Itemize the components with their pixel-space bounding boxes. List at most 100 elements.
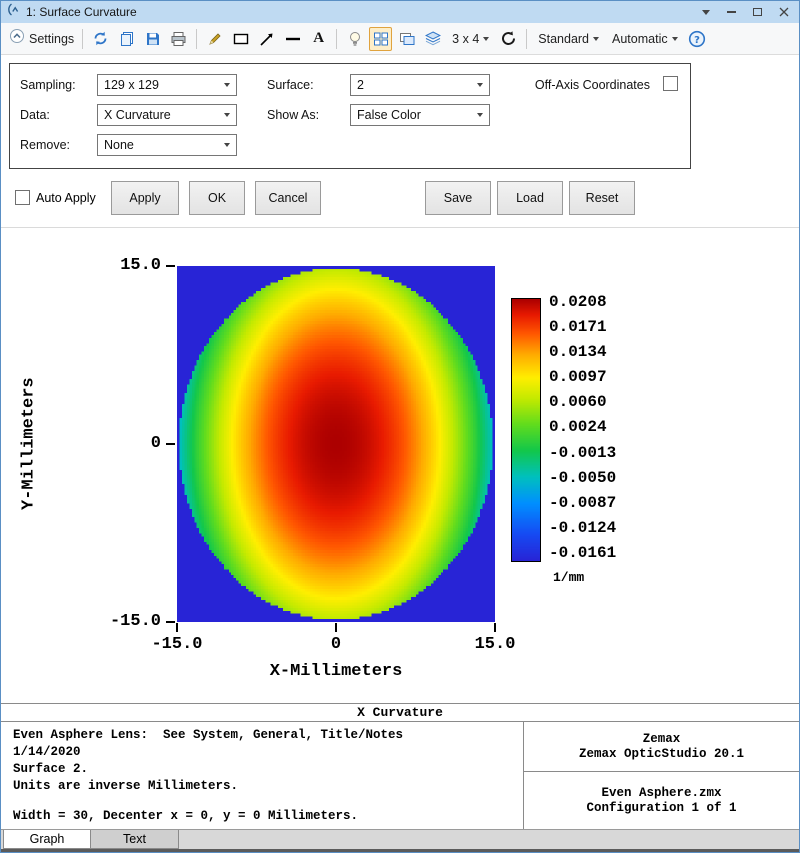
history-icon[interactable] xyxy=(497,27,520,51)
colorbar-tick: 0.0208 xyxy=(549,292,616,312)
reset-button[interactable]: Reset xyxy=(569,181,635,215)
footer-line-gap xyxy=(13,796,523,809)
sampling-dropdown[interactable]: 129 x 129 xyxy=(97,74,237,96)
layers-icon[interactable] xyxy=(421,27,444,51)
colorbar-tick: 0.0134 xyxy=(549,342,616,362)
footer: Even Asphere Lens: See System, General, … xyxy=(1,721,799,829)
y-tick-label: 15.0 xyxy=(97,256,161,276)
rectangle-tool-icon[interactable] xyxy=(229,27,252,51)
text-tool-icon[interactable]: A xyxy=(307,27,330,51)
footer-line: Even Asphere Lens: See System, General, … xyxy=(13,728,523,745)
tab-text[interactable]: Text xyxy=(91,830,179,849)
footer-line: Units are inverse Millimeters. xyxy=(13,779,523,796)
y-tick-label: -15.0 xyxy=(97,612,161,632)
footer-app-block: Zemax Zemax OpticStudio 20.1 xyxy=(524,722,799,772)
axis-tick-mark xyxy=(166,443,175,445)
window-title: 1: Surface Curvature xyxy=(26,5,690,19)
ok-button[interactable]: OK xyxy=(189,181,245,215)
axis-tick-mark xyxy=(166,265,175,267)
offaxis-checkbox[interactable] xyxy=(663,76,678,91)
data-dropdown[interactable]: X Curvature xyxy=(97,104,237,126)
chevron-down-icon xyxy=(224,143,230,147)
line-tool-icon[interactable] xyxy=(281,27,304,51)
colorbar-tick: -0.0124 xyxy=(549,518,616,538)
colorbar-tick: -0.0087 xyxy=(549,493,616,513)
print-icon[interactable] xyxy=(167,27,190,51)
colorbar-tick: 0.0171 xyxy=(549,317,616,337)
plot-area: Y-Millimeters 15.0 0 -15.0 -15.0 0 15.0 … xyxy=(1,227,799,703)
sampling-label: Sampling: xyxy=(20,78,76,92)
apply-button[interactable]: Apply xyxy=(111,181,179,215)
lamp-icon[interactable] xyxy=(343,27,366,51)
settings-toggle-button[interactable]: Settings xyxy=(7,27,76,51)
x-tick-label: 0 xyxy=(301,635,371,654)
x-tick-label: -15.0 xyxy=(142,635,212,654)
settings-label: Settings xyxy=(29,32,74,46)
maximize-button[interactable] xyxy=(747,3,768,21)
colorbar-tick: 0.0060 xyxy=(549,392,616,412)
footer-line: Width = 30, Decenter x = 0, y = 0 Millim… xyxy=(13,809,523,826)
showas-label: Show As: xyxy=(267,108,319,122)
plot-title: X Curvature xyxy=(1,703,799,721)
toolbar-separator xyxy=(196,29,197,49)
colorbar-tick: -0.0161 xyxy=(549,543,616,563)
colorbar-canvas xyxy=(512,299,540,561)
showas-dropdown[interactable]: False Color xyxy=(350,104,490,126)
footer-file-block: Even Asphere.zmx Configuration 1 of 1 xyxy=(524,772,799,829)
colorbar-unit: 1/mm xyxy=(553,570,584,585)
auto-apply-control[interactable]: Auto Apply xyxy=(15,190,96,205)
footer-app-version: Zemax OpticStudio 20.1 xyxy=(579,747,744,761)
offaxis-label: Off-Axis Coordinates xyxy=(535,78,650,92)
auto-apply-checkbox[interactable] xyxy=(15,190,30,205)
footer-line: 1/14/2020 xyxy=(13,745,523,762)
colorbar-tick: -0.0013 xyxy=(549,443,616,463)
footer-left-text: Even Asphere Lens: See System, General, … xyxy=(1,722,523,829)
tab-bar: Graph Text xyxy=(1,829,799,852)
toolbar-separator xyxy=(82,29,83,49)
cancel-button[interactable]: Cancel xyxy=(255,181,321,215)
heatmap-canvas xyxy=(177,266,495,622)
axis-tick-mark xyxy=(166,621,175,623)
colorbar-tick: 0.0024 xyxy=(549,417,616,437)
analysis-window-icon xyxy=(6,2,21,22)
chevron-down-icon xyxy=(477,113,483,117)
surface-curvature-window: 1: Surface Curvature Settings xyxy=(0,0,800,853)
toolbar-separator xyxy=(526,29,527,49)
automatic-dropdown[interactable]: Automatic xyxy=(607,27,683,51)
refresh-icon[interactable] xyxy=(89,27,112,51)
footer-configuration: Configuration 1 of 1 xyxy=(586,801,736,815)
remove-dropdown[interactable]: None xyxy=(97,134,237,156)
arrow-tool-icon[interactable] xyxy=(255,27,278,51)
save-button[interactable]: Save xyxy=(425,181,491,215)
y-axis-label: Y-Millimeters xyxy=(17,266,41,622)
footer-app-name: Zemax xyxy=(643,732,681,746)
chevron-down-icon xyxy=(224,83,230,87)
colorbar-tick-labels: 0.0208 0.0171 0.0134 0.0097 0.0060 0.002… xyxy=(549,292,616,563)
data-label: Data: xyxy=(20,108,50,122)
clone-window-icon[interactable] xyxy=(395,27,418,51)
pencil-annotate-icon[interactable] xyxy=(203,27,226,51)
axis-tick-mark xyxy=(494,623,496,632)
colorbar xyxy=(511,298,541,562)
titlebar[interactable]: 1: Surface Curvature xyxy=(1,1,799,23)
svg-text:?: ? xyxy=(694,34,700,45)
chevron-down-icon xyxy=(224,113,230,117)
copy-icon[interactable] xyxy=(115,27,138,51)
colorbar-tick: 0.0097 xyxy=(549,367,616,387)
surface-dropdown[interactable]: 2 xyxy=(350,74,490,96)
footer-line: Surface 2. xyxy=(13,762,523,779)
load-button[interactable]: Load xyxy=(497,181,563,215)
minimize-button[interactable] xyxy=(721,3,742,21)
save-icon[interactable] xyxy=(141,27,164,51)
auto-apply-label: Auto Apply xyxy=(36,191,96,205)
close-button[interactable] xyxy=(773,3,794,21)
chevron-down-icon xyxy=(477,83,483,87)
axis-tick-mark xyxy=(176,623,178,632)
layout-size-dropdown[interactable]: 3 x 4 xyxy=(447,27,494,51)
help-icon[interactable]: ? xyxy=(686,27,709,51)
grid-view-icon[interactable] xyxy=(369,27,392,51)
window-menu-caret-icon[interactable] xyxy=(695,3,716,21)
tab-graph[interactable]: Graph xyxy=(3,830,91,849)
standard-dropdown[interactable]: Standard xyxy=(533,27,604,51)
chevron-down-icon xyxy=(672,37,678,41)
